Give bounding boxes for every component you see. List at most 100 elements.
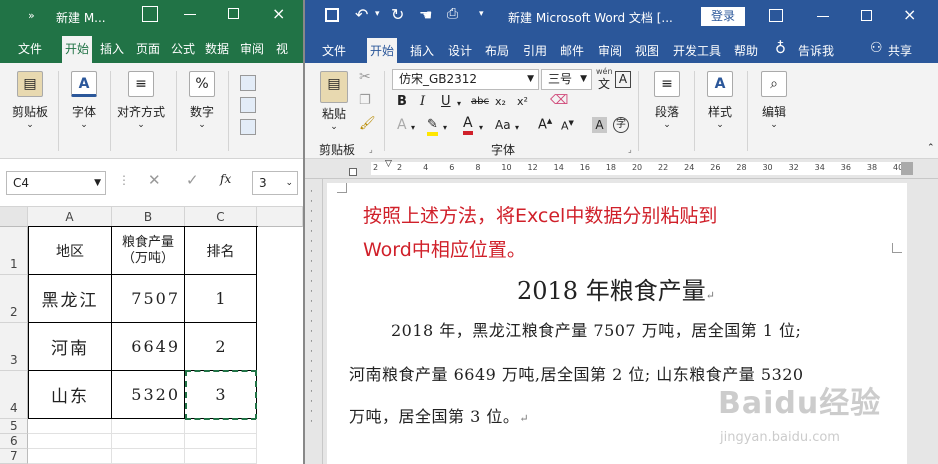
tab-home[interactable]: 开始 [62, 36, 93, 63]
table-header-region[interactable]: 地区 [29, 227, 112, 275]
tab-review[interactable]: 审阅 [240, 40, 264, 57]
font-launcher-icon[interactable]: ⌟ [628, 145, 632, 154]
close-icon[interactable]: × [903, 5, 916, 24]
touch-mode-icon[interactable]: ☚ [419, 6, 432, 24]
vertical-ruler[interactable]: · · · · · · · · · · · · · · · · · · · · · · · · [305, 179, 323, 464]
maximize-icon[interactable] [228, 8, 239, 19]
tab-references[interactable]: 引用 [523, 42, 547, 59]
paragraph-group-button[interactable]: ≡ 段落 ⌄ [650, 71, 684, 130]
table-cell-rank[interactable]: 1 [185, 275, 257, 323]
undo-icon[interactable]: ↶ [355, 5, 368, 24]
ribbon-display-icon[interactable] [142, 6, 158, 22]
paste-button[interactable]: ▤ 粘贴 ⌄ [319, 71, 349, 132]
italic-button[interactable]: I [420, 94, 425, 109]
column-header-c[interactable]: C [185, 207, 257, 227]
row-header-5[interactable]: 5 [0, 419, 28, 434]
enclose-characters-icon[interactable]: 字 [613, 117, 629, 133]
subscript-button[interactable]: x₂ [495, 95, 506, 108]
underline-dropdown-icon[interactable]: ▾ [457, 99, 461, 108]
tab-view[interactable]: 视 [276, 40, 288, 57]
conditional-format-icon[interactable] [240, 75, 256, 91]
column-header-d[interactable] [257, 207, 303, 227]
text-effects-icon[interactable]: A [397, 117, 407, 133]
grow-font-icon[interactable]: A▲ [538, 117, 552, 132]
phonetic-guide-icon[interactable]: 文 [598, 75, 610, 92]
bold-button[interactable]: B [397, 94, 407, 109]
superscript-button[interactable]: x² [517, 95, 528, 108]
name-box[interactable]: C4 ▼ [6, 171, 106, 195]
tab-file[interactable]: 文件 [18, 40, 42, 57]
tab-insert[interactable]: 插入 [100, 40, 124, 57]
clipboard-group-button[interactable]: ▤ 剪贴板 ⌄ [8, 71, 52, 130]
tab-mailings[interactable]: 邮件 [560, 42, 584, 59]
save-icon[interactable] [325, 8, 339, 22]
ribbon-display-icon[interactable] [769, 9, 783, 22]
tab-data[interactable]: 数据 [205, 40, 229, 57]
cut-icon[interactable]: ✂ [359, 69, 371, 85]
copy-icon[interactable]: ❐ [359, 93, 371, 108]
row-header-1[interactable]: 1 [0, 227, 28, 275]
expand-formula-icon[interactable]: ⌄ [285, 172, 293, 194]
styles-group-button[interactable]: A 样式 ⌄ [703, 71, 737, 130]
row-header-7[interactable]: 7 [0, 449, 28, 464]
customize-qat-icon[interactable]: ▾ [479, 9, 484, 19]
shrink-font-icon[interactable]: A▼ [561, 119, 574, 133]
share-button[interactable]: 共享 [888, 42, 912, 59]
table-cell-output[interactable]: 6649 [112, 323, 185, 371]
tab-home[interactable]: 开始 [367, 38, 398, 65]
tab-developer[interactable]: 开发工具 [673, 42, 721, 59]
table-cell-region[interactable]: 黑龙江 [29, 275, 112, 323]
row-header-2[interactable]: 2 [0, 275, 28, 323]
collapse-ribbon-icon[interactable]: ⌃ [927, 143, 935, 153]
row-header-4[interactable]: 4 [0, 371, 28, 419]
column-header-a[interactable]: A [28, 207, 112, 227]
table-cell-region[interactable]: 河南 [29, 323, 112, 371]
cell-styles-icon[interactable] [240, 119, 256, 135]
tab-page-layout[interactable]: 页面 [136, 40, 160, 57]
table-cell-output[interactable]: 7507 [112, 275, 185, 323]
tab-layout[interactable]: 布局 [485, 42, 509, 59]
minimize-icon[interactable] [184, 14, 196, 15]
minimize-icon[interactable] [817, 16, 829, 17]
tab-review[interactable]: 审阅 [598, 42, 622, 59]
number-group-button[interactable]: % 数字 ⌄ [182, 71, 222, 130]
formula-input[interactable]: 3 ⌄ [252, 171, 298, 195]
table-cell-rank[interactable]: 2 [185, 323, 257, 371]
clear-formatting-icon[interactable]: ⌫ [550, 93, 568, 108]
first-line-indent-icon[interactable]: ▽ [385, 159, 392, 169]
table-header-output[interactable]: 粮食产量 （万吨） [112, 227, 185, 275]
tab-file[interactable]: 文件 [322, 42, 346, 59]
print-preview-icon[interactable]: ⎙ [447, 6, 458, 22]
highlight-icon[interactable]: ✎ [427, 117, 438, 136]
clipboard-launcher-icon[interactable]: ⌟ [369, 145, 373, 154]
tab-help[interactable]: 帮助 [734, 42, 758, 59]
enter-check-icon[interactable]: ✓ [186, 171, 199, 189]
character-border-icon[interactable]: A [615, 71, 631, 88]
font-color-icon[interactable]: A [463, 116, 473, 135]
underline-button[interactable]: U [441, 94, 451, 109]
character-shading-icon[interactable]: A [592, 117, 607, 133]
tab-formulas[interactable]: 公式 [171, 40, 195, 57]
redo-icon[interactable]: ↻ [391, 5, 404, 24]
table-cell-output[interactable]: 5320 [112, 371, 185, 419]
login-button[interactable]: 登录 [701, 7, 745, 26]
quick-access-chevron-icon[interactable]: » [28, 9, 35, 22]
tab-design[interactable]: 设计 [448, 42, 472, 59]
format-painter-icon[interactable]: 🖌 [359, 116, 376, 131]
cancel-icon[interactable]: ✕ [148, 171, 161, 189]
font-group-button[interactable]: A 字体 ⌄ [64, 71, 104, 130]
select-all-corner[interactable] [0, 207, 28, 227]
highlight-dropdown-icon[interactable]: ▾ [443, 123, 447, 132]
row-header-6[interactable]: 6 [0, 434, 28, 449]
table-cell-region[interactable]: 山东 [29, 371, 112, 419]
table-format-icon[interactable] [240, 97, 256, 113]
text-effects-dropdown-icon[interactable]: ▾ [411, 123, 415, 132]
tab-view[interactable]: 视图 [635, 42, 659, 59]
maximize-icon[interactable] [861, 10, 872, 21]
row-header-3[interactable]: 3 [0, 323, 28, 371]
tab-selector-icon[interactable] [349, 168, 357, 176]
editing-group-button[interactable]: ⌕ 编辑 ⌄ [757, 71, 791, 130]
close-icon[interactable]: × [272, 4, 285, 23]
table-header-rank[interactable]: 排名 [185, 227, 257, 275]
alignment-group-button[interactable]: ≡ 对齐方式 ⌄ [114, 71, 168, 130]
